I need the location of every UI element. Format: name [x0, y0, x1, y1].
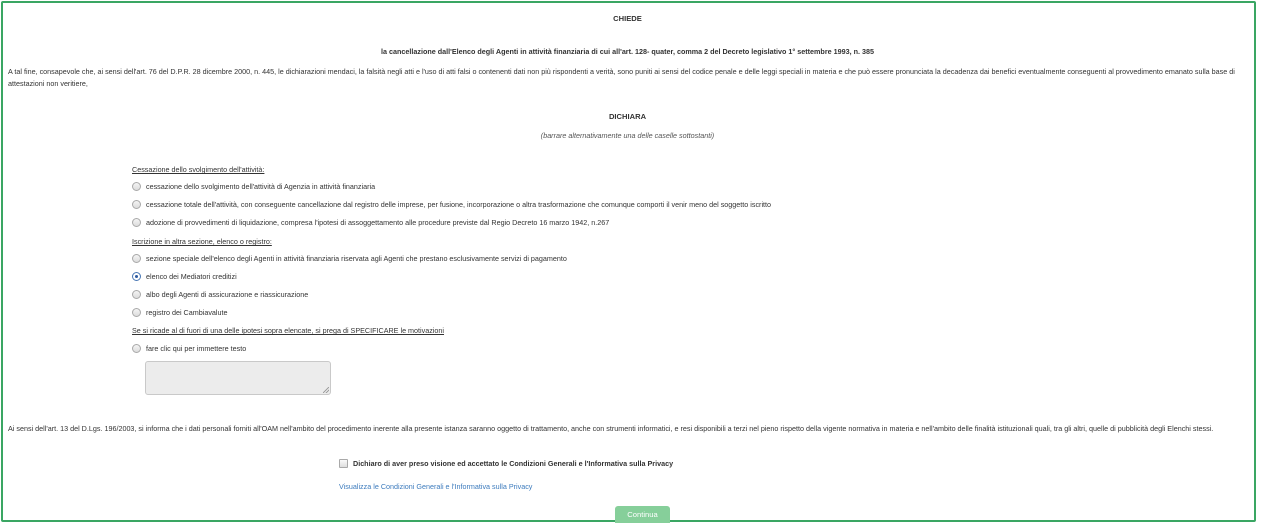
- radio-option-mediatori-creditizi[interactable]: elenco dei Mediatori creditizi: [132, 270, 237, 282]
- radio-button[interactable]: [132, 253, 141, 263]
- radio-button[interactable]: [132, 289, 141, 299]
- radio-label: adozione di provvedimenti di liquidazion…: [146, 217, 610, 227]
- radio-button[interactable]: [132, 343, 141, 353]
- dichiara-title: DICHIARA: [608, 112, 647, 121]
- intro-paragraph: A tal fine, consapevole che, ai sensi de…: [8, 67, 1235, 88]
- privacy-paragraph: Ai sensi dell'art. 13 del D.Lgs. 196/200…: [8, 424, 1214, 433]
- section-cessazione-title: Cessazione dello svolgimento dell'attivi…: [132, 165, 265, 174]
- radio-option-cessazione-agenzia[interactable]: cessazione dello svolgimento dell'attivi…: [132, 180, 375, 192]
- radio-label: cessazione dello svolgimento dell'attivi…: [146, 181, 376, 191]
- radio-option-liquidazione[interactable]: adozione di provvedimenti di liquidazion…: [132, 216, 609, 228]
- section-iscrizione-title: Iscrizione in altra sezione, elenco o re…: [132, 237, 272, 246]
- radio-option-cambiavalute[interactable]: registro dei Cambiavalute: [132, 306, 228, 318]
- radio-label: registro dei Cambiavalute: [146, 307, 228, 317]
- radio-label: sezione speciale dell'elenco degli Agent…: [146, 253, 567, 263]
- radio-label: albo degli Agenti di assicurazione e ria…: [146, 289, 309, 299]
- section-altro-title: Se si ricade al di fuori di una delle ip…: [132, 326, 445, 335]
- radio-label: cessazione totale dell'attività, con con…: [146, 199, 772, 209]
- radio-button[interactable]: [132, 307, 141, 317]
- radio-label: elenco dei Mediatori creditizi: [146, 271, 237, 281]
- privacy-conditions-link[interactable]: Visualizza le Condizioni Generali e l'In…: [339, 482, 532, 491]
- radio-button-selected[interactable]: [132, 271, 141, 281]
- privacy-consent-checkbox[interactable]: [339, 458, 348, 468]
- radio-button[interactable]: [132, 181, 141, 191]
- radio-option-agenti-assicurazione[interactable]: albo degli Agenti di assicurazione e ria…: [132, 288, 308, 300]
- radio-option-cessazione-totale[interactable]: cessazione totale dell'attività, con con…: [132, 198, 771, 210]
- motivazioni-textarea[interactable]: [145, 361, 331, 395]
- radio-button[interactable]: [132, 217, 141, 227]
- continue-button[interactable]: Continua: [615, 506, 670, 523]
- chiede-title: CHIEDE: [613, 14, 642, 23]
- radio-option-altro[interactable]: fare clic qui per immettere testo: [132, 342, 246, 354]
- request-line: la cancellazione dall'Elenco degli Agent…: [381, 47, 874, 56]
- resize-grip-icon[interactable]: [323, 387, 329, 393]
- privacy-consent-checkbox-row[interactable]: Dichiaro di aver preso visione ed accett…: [339, 457, 673, 469]
- privacy-consent-label: Dichiaro di aver preso visione ed accett…: [353, 458, 674, 468]
- radio-option-sezione-speciale[interactable]: sezione speciale dell'elenco degli Agent…: [132, 252, 567, 264]
- radio-label: fare clic qui per immettere testo: [146, 343, 247, 353]
- radio-button[interactable]: [132, 199, 141, 209]
- dichiara-subtitle: (barrare alternativamente una delle case…: [540, 131, 715, 140]
